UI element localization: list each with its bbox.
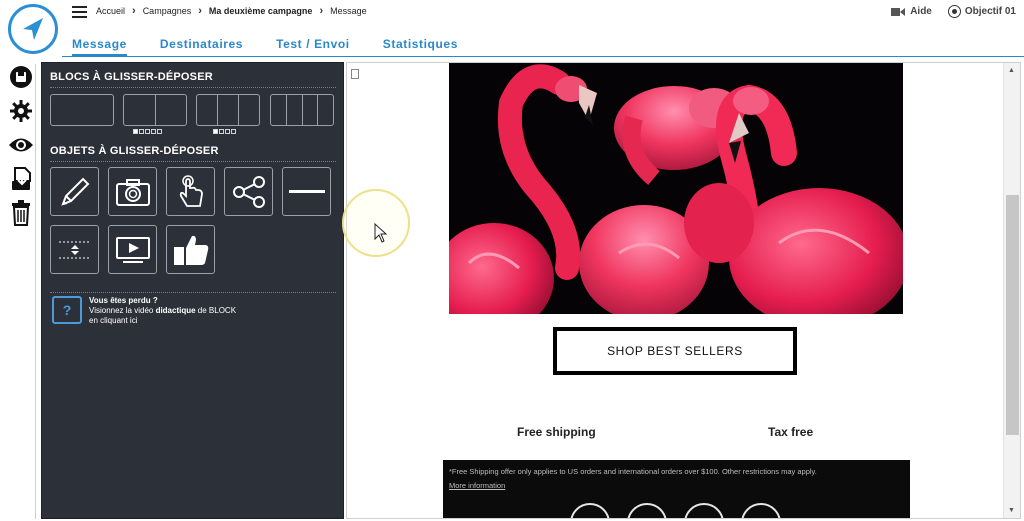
divider bbox=[50, 292, 336, 293]
hamburger-menu-icon[interactable] bbox=[72, 6, 87, 18]
footer-disclaimer: *Free Shipping offer only applies to US … bbox=[449, 467, 817, 476]
scroll-down-icon[interactable]: ▼ bbox=[1008, 507, 1015, 514]
vertical-scrollbar[interactable]: ▲ ▼ bbox=[1003, 63, 1020, 518]
pinterest-icon[interactable] bbox=[741, 503, 781, 518]
mouse-pointer-icon bbox=[374, 223, 388, 243]
chevron-right-icon: › bbox=[132, 5, 136, 17]
email-editor-app: Accueil › Campagnes › Ma deuxième campag… bbox=[0, 0, 1024, 521]
free-shipping-text[interactable]: Free shipping bbox=[517, 425, 596, 439]
tab-message[interactable]: Message bbox=[72, 37, 127, 57]
divider bbox=[50, 87, 336, 88]
layout-block-1-col[interactable] bbox=[50, 94, 114, 126]
flamingo-image bbox=[449, 63, 903, 314]
app-logo[interactable] bbox=[8, 4, 58, 54]
breadcrumb-current: Message bbox=[330, 6, 367, 16]
divider bbox=[50, 161, 336, 162]
breadcrumb-home[interactable]: Accueil bbox=[96, 6, 125, 16]
help-link[interactable]: Aide bbox=[910, 6, 932, 17]
question-bubble-icon: ? bbox=[52, 296, 82, 324]
navigation-arrow-icon bbox=[23, 18, 43, 40]
user-icon bbox=[947, 5, 961, 18]
help-text[interactable]: Vous êtes perdu ? Visionnez la vidéo did… bbox=[89, 296, 236, 326]
tab-test-envoi[interactable]: Test / Envoi bbox=[276, 37, 350, 57]
breadcrumb-campaigns[interactable]: Campagnes bbox=[143, 6, 192, 16]
instagram-icon[interactable] bbox=[684, 503, 724, 518]
text-pencil-icon[interactable] bbox=[50, 167, 99, 216]
shop-best-sellers-button[interactable]: SHOP BEST SELLERS bbox=[553, 327, 797, 375]
layout-block-2-col[interactable] bbox=[123, 94, 187, 126]
hero-image[interactable] bbox=[449, 63, 903, 314]
help-line-bold: didactique bbox=[155, 306, 196, 315]
help-line: de BLOCK bbox=[195, 306, 237, 315]
email-canvas[interactable]: SHOP BEST SELLERS Free shipping Tax free… bbox=[346, 62, 1021, 519]
save-icon[interactable] bbox=[8, 64, 34, 90]
layout-block-3-col[interactable] bbox=[196, 94, 260, 126]
video-icon[interactable] bbox=[108, 225, 157, 274]
help-link[interactable]: en cliquant ici bbox=[89, 316, 137, 325]
tax-free-text[interactable]: Tax free bbox=[768, 425, 813, 439]
share-icon[interactable] bbox=[224, 167, 273, 216]
export-document-icon[interactable] bbox=[8, 166, 34, 192]
tab-statistiques[interactable]: Statistiques bbox=[383, 37, 458, 57]
layout-pager[interactable] bbox=[213, 129, 237, 134]
blocks-title: BLOCS À GLISSER-DÉPOSER bbox=[50, 71, 213, 83]
video-camera-icon bbox=[891, 7, 906, 16]
button-hand-icon[interactable] bbox=[166, 167, 215, 216]
tutorial-help[interactable]: ? Vous êtes perdu ? Visionnez la vidéo d… bbox=[52, 296, 236, 326]
help-title: Vous êtes perdu ? bbox=[89, 296, 158, 305]
objects-title: OBJETS À GLISSER-DÉPOSER bbox=[50, 145, 219, 157]
tool-rail bbox=[8, 64, 36, 519]
layout-pager[interactable] bbox=[133, 129, 163, 134]
help-line: Visionnez la vidéo bbox=[89, 306, 156, 315]
preview-eye-icon[interactable] bbox=[8, 132, 34, 158]
header-divider bbox=[62, 56, 1024, 57]
breadcrumb: Accueil › Campagnes › Ma deuxième campag… bbox=[96, 5, 367, 17]
layout-block-4-col[interactable] bbox=[270, 94, 334, 126]
main-tabs: Message Destinataires Test / Envoi Stati… bbox=[72, 37, 491, 57]
divider-line-icon[interactable] bbox=[282, 167, 331, 216]
breadcrumb-campaign[interactable]: Ma deuxième campagne bbox=[209, 6, 313, 16]
facebook-icon[interactable] bbox=[570, 503, 610, 518]
email-footer[interactable]: *Free Shipping offer only applies to US … bbox=[443, 460, 910, 518]
chevron-right-icon: › bbox=[319, 5, 324, 17]
like-thumb-icon[interactable] bbox=[166, 225, 215, 274]
scroll-up-icon[interactable]: ▲ bbox=[1008, 67, 1015, 74]
scrollbar-thumb[interactable] bbox=[1006, 195, 1019, 435]
user-account-link[interactable]: Objectif 01 bbox=[965, 6, 1016, 17]
settings-gear-icon[interactable] bbox=[8, 98, 34, 124]
twitter-icon[interactable] bbox=[627, 503, 667, 518]
tab-destinataires[interactable]: Destinataires bbox=[160, 37, 243, 57]
more-information-link[interactable]: More information bbox=[449, 481, 505, 490]
drag-drop-panel: BLOCS À GLISSER-DÉPOSER OBJETS À GLISSER… bbox=[41, 62, 344, 519]
spacer-icon[interactable] bbox=[50, 225, 99, 274]
header-actions: Aide Objectif 01 bbox=[891, 5, 1016, 18]
trash-icon[interactable] bbox=[8, 200, 34, 226]
document-icon[interactable] bbox=[351, 69, 359, 79]
image-camera-icon[interactable] bbox=[108, 167, 157, 216]
chevron-right-icon: › bbox=[198, 5, 202, 17]
